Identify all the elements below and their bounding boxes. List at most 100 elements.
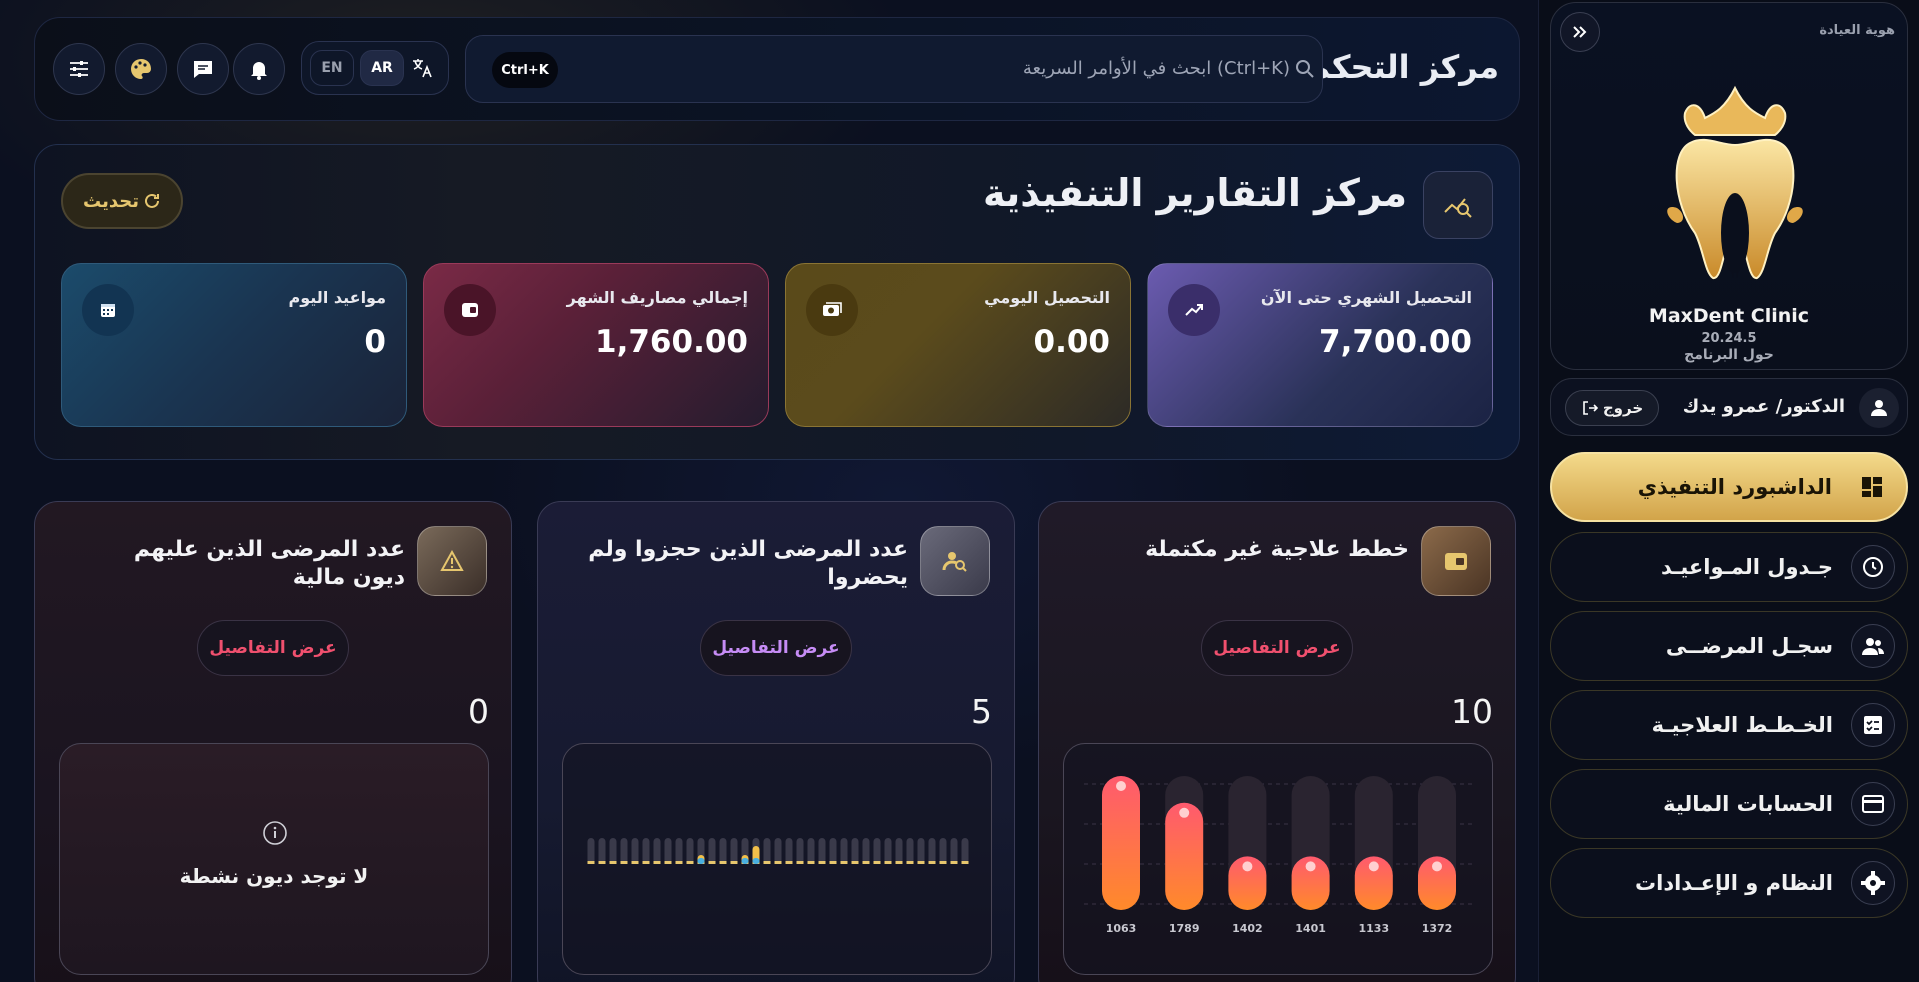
bar-track <box>653 838 661 864</box>
stat-value: 0.00 <box>1033 324 1111 360</box>
about-link[interactable]: حول البرنامج <box>1551 347 1907 363</box>
x-tick-label: 1401 <box>1295 922 1326 935</box>
stat-monthly-collection: التحصيل الشهري حتى الآن 7,700.00 <box>1147 263 1493 427</box>
nav-item-patients[interactable]: سجـل المرضــى <box>1550 611 1908 681</box>
top-bar: مركز التحكم ابحث في الأوامر السريعة (Ctr… <box>34 17 1520 121</box>
bar-baseline <box>928 861 936 864</box>
tooth-logo-icon <box>1667 85 1803 279</box>
calendar-icon <box>82 284 134 336</box>
bar-baseline <box>884 861 892 864</box>
messages-button[interactable] <box>177 43 229 95</box>
bar-track <box>895 838 903 864</box>
incomplete-plans-chart: 1063 1789 1402 1401 1133 1372 <box>1084 776 1474 935</box>
dashboard-icon <box>1850 465 1894 509</box>
users-icon <box>1851 624 1895 668</box>
bar-track <box>587 838 595 864</box>
bar-track <box>884 838 892 864</box>
bar-cap <box>1368 861 1379 872</box>
bar-track <box>609 838 617 864</box>
filters-button[interactable] <box>53 43 105 95</box>
bar-baseline <box>906 861 914 864</box>
bar[interactable] <box>1165 802 1204 910</box>
nav-item-label: الخـطـط العلاجيـة <box>1651 713 1833 737</box>
trend-up-icon <box>1168 284 1220 336</box>
bar-baseline <box>774 861 782 864</box>
stat-value: 1,760.00 <box>595 324 748 360</box>
nav-item-finance[interactable]: الحسابات المالية <box>1550 769 1908 839</box>
bar-baseline <box>785 861 793 864</box>
stat-label: التحصيل اليومي <box>984 288 1110 307</box>
logout-label: خروج <box>1602 399 1644 417</box>
card-patients-with-debts: عدد المرضى الذين عليهم ديون مالية عرض ال… <box>34 501 512 982</box>
chat-icon <box>194 61 212 78</box>
bar-baseline <box>796 861 804 864</box>
stat-value: 7,700.00 <box>1319 324 1472 360</box>
bar-track <box>774 838 782 864</box>
report-analytics-icon <box>1423 171 1493 239</box>
nav-item-settings[interactable]: النظام و الإعـدادات <box>1550 848 1908 918</box>
bar-track <box>950 838 958 864</box>
clinic-identity-label: هوية العيادة <box>1819 23 1895 38</box>
search-icon <box>1296 60 1314 78</box>
stat-daily-collection: التحصيل اليومي 0.00 <box>785 263 1131 427</box>
bar-baseline <box>917 861 925 864</box>
nav-item-appointments[interactable]: جـدول المـواعيـد <box>1550 532 1908 602</box>
stat-label: مواعيد اليوم <box>288 288 386 307</box>
bell-icon <box>251 62 267 80</box>
bar-baseline <box>708 861 716 864</box>
notifications-button[interactable] <box>233 43 285 95</box>
cash-icon <box>806 284 858 336</box>
user-search-icon <box>920 526 990 596</box>
nav-item-dashboard[interactable]: الداشبورد التنفيذي <box>1550 452 1908 522</box>
bar-cap <box>1432 861 1442 872</box>
stat-today-appointments: مواعيد اليوم 0 <box>61 263 407 427</box>
command-search-input[interactable]: ابحث في الأوامر السريعة (Ctrl+K) Ctrl+K <box>465 35 1323 103</box>
bar-track <box>631 838 639 864</box>
chart-panel <box>562 743 992 975</box>
bar-track <box>730 838 738 864</box>
collapse-sidebar-button[interactable] <box>1560 12 1600 52</box>
card-title: عدد المرضى الذين حجزوا ولم يحضروا <box>588 537 908 590</box>
bar-baseline <box>939 861 947 864</box>
bar-baseline <box>895 861 903 864</box>
lang-en-button[interactable]: EN <box>310 50 354 86</box>
bar-cap <box>1242 861 1253 872</box>
view-details-button[interactable]: عرض التفاصيل <box>1201 620 1353 676</box>
user-name: الدكتور/ عمرو يدك <box>1682 396 1845 417</box>
bar-baseline <box>851 861 859 864</box>
bar-track <box>873 838 881 864</box>
lang-ar-button[interactable]: AR <box>360 50 404 86</box>
bar-baseline <box>730 861 738 864</box>
bar-track <box>939 838 947 864</box>
clinic-brand-card: هوية العيادة MaxDent Clinic 20.24.5 حول … <box>1550 2 1908 370</box>
bar[interactable] <box>1102 776 1140 910</box>
bar-track <box>796 838 804 864</box>
card-title: عدد المرضى الذين عليهم ديون مالية <box>133 537 405 590</box>
bar-cap <box>1305 861 1316 872</box>
bar-baseline <box>609 861 617 864</box>
bar-track <box>818 838 826 864</box>
bar-track <box>862 838 870 864</box>
card-no-show-patients: عدد المرضى الذين حجزوا ولم يحضروا عرض ال… <box>537 501 1015 982</box>
bar-cap <box>1116 781 1126 791</box>
user-icon <box>1859 388 1899 428</box>
bar-track <box>598 838 606 864</box>
nav-item-label: الداشبورد التنفيذي <box>1637 475 1832 499</box>
nav-item-label: جـدول المـواعيـد <box>1661 555 1833 579</box>
view-details-button[interactable]: عرض التفاصيل <box>197 620 349 676</box>
bar-track <box>906 838 914 864</box>
translate-icon <box>413 59 432 78</box>
view-details-button[interactable]: عرض التفاصيل <box>700 620 852 676</box>
warning-icon <box>417 526 487 596</box>
app-version: 20.24.5 <box>1701 331 1757 346</box>
empty-state-text: لا توجد ديون نشطة <box>179 864 369 888</box>
bar-baseline <box>840 861 848 864</box>
refresh-button[interactable]: تحديث <box>61 173 183 229</box>
nav-item-treatment-plans[interactable]: الخـطـط العلاجيـة <box>1550 690 1908 760</box>
bar-cap <box>1179 807 1190 818</box>
theme-button[interactable] <box>115 43 167 95</box>
search-placeholder: ابحث في الأوامر السريعة (Ctrl+K) <box>1022 58 1290 79</box>
logout-button[interactable]: خروج <box>1565 390 1659 426</box>
stat-label: إجمالي مصاريف الشهر <box>566 288 748 307</box>
bar-track <box>840 838 848 864</box>
